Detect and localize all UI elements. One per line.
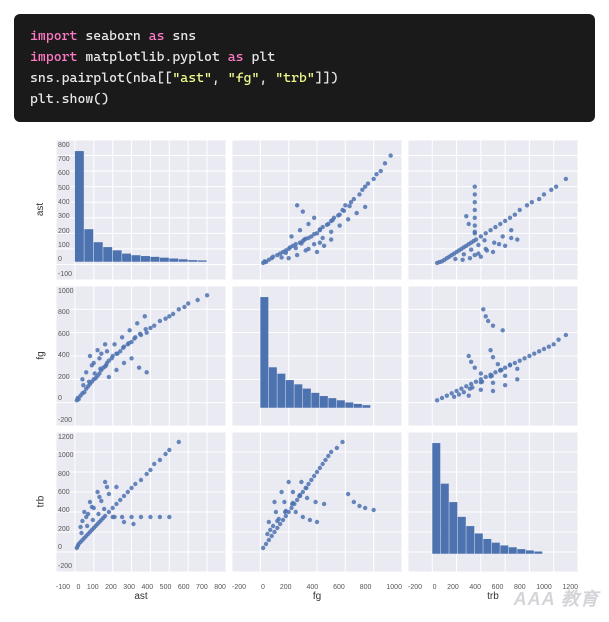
code-line-1: import seaborn as sns bbox=[30, 28, 196, 44]
yticks-fg: -20002004006008001000 bbox=[58, 286, 74, 426]
cell-ast-fg bbox=[232, 140, 402, 280]
code-line-2: import matplotlib.pyplot as plt bbox=[30, 49, 275, 65]
xticks-ast: -1000100200300400500600700800 bbox=[54, 584, 228, 591]
ylabel-ast: ast bbox=[32, 140, 50, 280]
code-line-4: plt.show() bbox=[30, 91, 109, 107]
cell-trb-trb bbox=[408, 432, 578, 572]
xlabel-fg: -20002004006008001000 fg bbox=[232, 578, 402, 608]
cell-fg-trb bbox=[408, 286, 578, 426]
ylabel-trb: trb bbox=[32, 432, 50, 572]
xlabel-trb: -200020040060080010001200 trb bbox=[408, 578, 578, 608]
cell-fg-fg bbox=[232, 286, 402, 426]
pairplot-figure: ast -1000100200300400500600700800 fg -20… bbox=[14, 140, 595, 608]
cell-ast-trb bbox=[408, 140, 578, 280]
ylabel-fg: fg bbox=[32, 286, 50, 426]
code-block: import seaborn as sns import matplotlib.… bbox=[14, 14, 595, 122]
cell-ast-ast: -1000100200300400500600700800 bbox=[56, 140, 226, 280]
xticks-trb: -200020040060080010001200 bbox=[406, 584, 580, 591]
cell-fg-ast: -20002004006008001000 bbox=[56, 286, 226, 426]
yticks-trb: -200020040060080010001200 bbox=[58, 432, 74, 572]
xticks-fg: -20002004006008001000 bbox=[230, 584, 404, 591]
cell-trb-ast: -200020040060080010001200 bbox=[56, 432, 226, 572]
yticks-ast: -1000100200300400500600700800 bbox=[58, 140, 72, 280]
cell-trb-fg bbox=[232, 432, 402, 572]
xlabel-ast: -1000100200300400500600700800 ast bbox=[56, 578, 226, 608]
code-line-3: sns.pairplot(nba[["ast", "fg", "trb"]]) bbox=[30, 70, 339, 86]
